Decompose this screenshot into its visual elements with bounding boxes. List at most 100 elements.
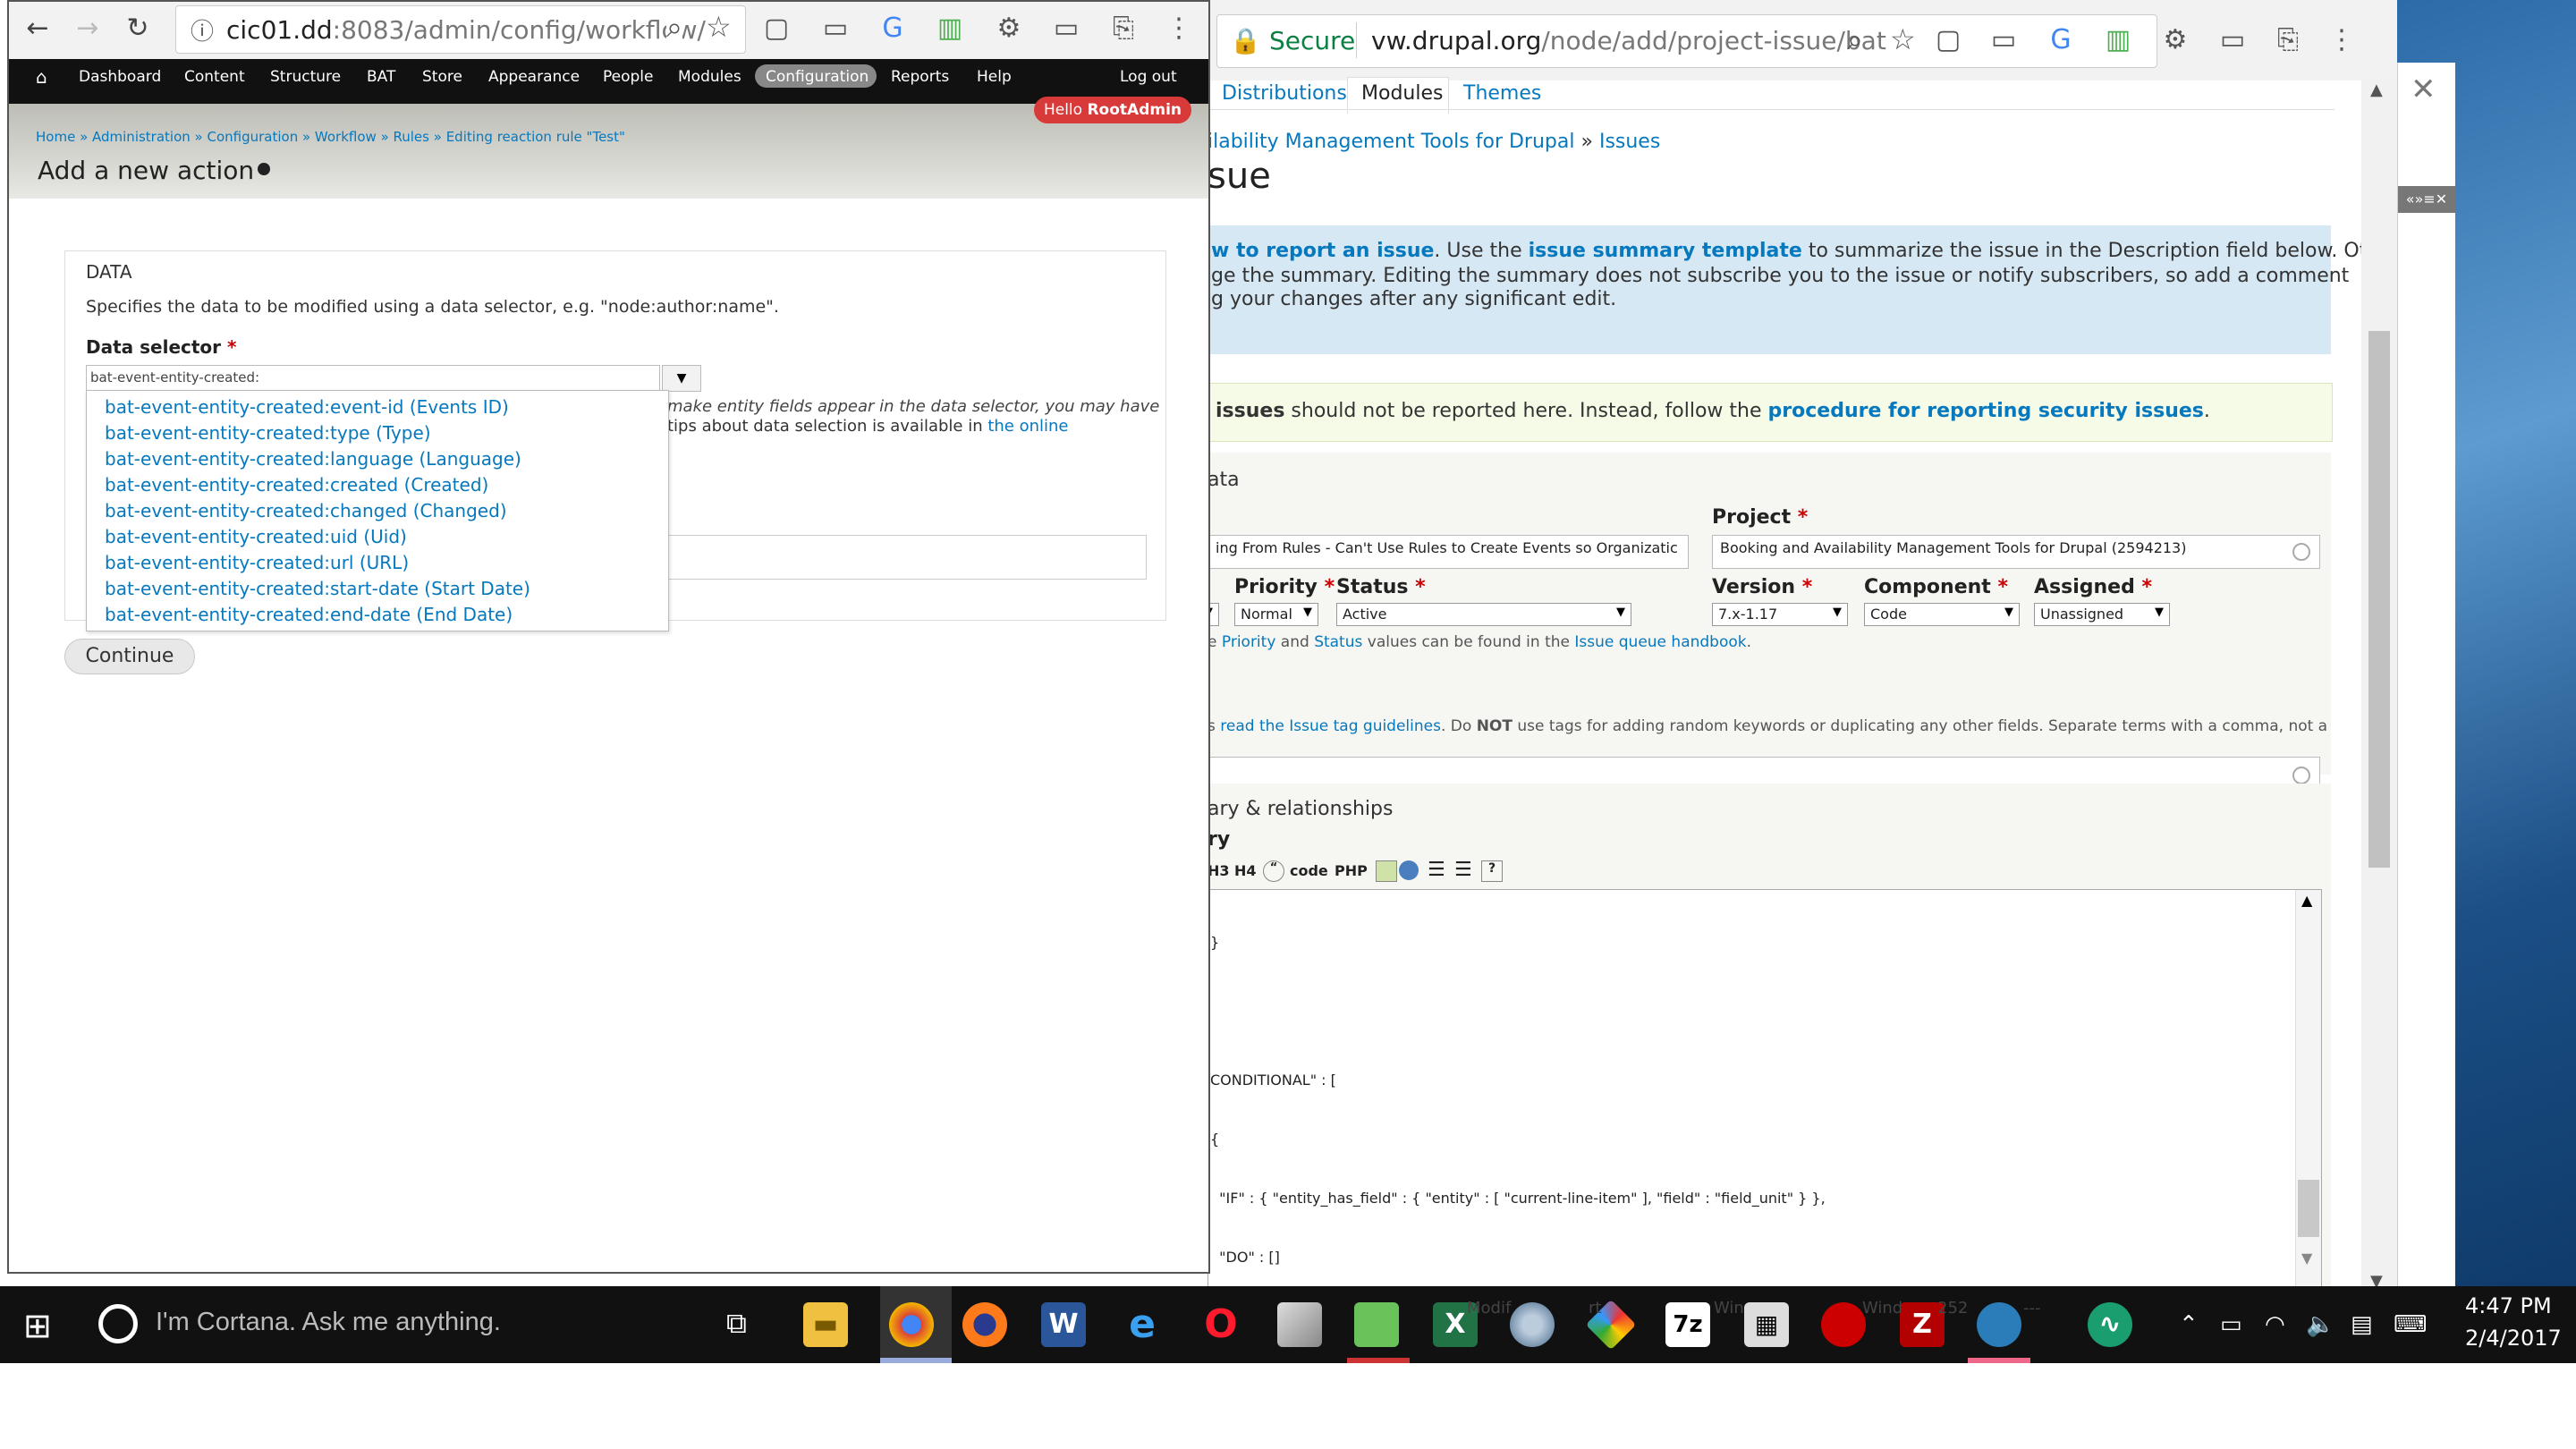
page-scroll-up-icon[interactable]: ▲ [2370, 80, 2383, 99]
dropdown-toggle-icon[interactable]: ▼ [662, 365, 701, 392]
translate-icon[interactable]: G [877, 13, 909, 45]
tab-themes[interactable]: Themes [1463, 82, 1541, 105]
h4-button[interactable]: H4 [1234, 862, 1257, 879]
status-select[interactable]: Active [1336, 603, 1631, 626]
chrome-icon[interactable] [889, 1302, 934, 1347]
pdf-extension-icon[interactable]: ⎘ [2272, 24, 2304, 56]
add-shortcut-icon[interactable] [258, 163, 270, 175]
cast-icon[interactable]: ▭ [819, 13, 852, 45]
code-button[interactable]: code [1290, 862, 1328, 879]
blockquote-icon[interactable]: “ [1263, 860, 1284, 882]
logout-link[interactable]: Log out [1120, 68, 1177, 86]
admin-menu-appearance[interactable]: Appearance [488, 68, 580, 86]
notification-icon[interactable]: ▤ [2351, 1311, 2373, 1338]
tab-modules[interactable]: Modules [1361, 82, 1443, 105]
title-input[interactable]: ing From Rules - Can't Use Rules to Crea… [1208, 535, 1689, 569]
7zip-icon[interactable]: 7z [1665, 1302, 1710, 1347]
autocomplete-option[interactable]: bat-event-entity-created:type (Type) [105, 422, 431, 444]
task-view-icon[interactable]: ⧉ [726, 1306, 747, 1341]
firefox-icon[interactable] [962, 1302, 1007, 1347]
monitor-pulse-icon[interactable]: ∿ [2088, 1302, 2132, 1347]
zoom-icon[interactable]: ⌕ [1847, 22, 1863, 57]
word-icon[interactable]: W [1041, 1302, 1086, 1347]
admin-menu-dashboard[interactable]: Dashboard [79, 68, 161, 86]
screenshot-extension-icon[interactable]: ▢ [1932, 24, 1964, 56]
breadcrumb-project-link[interactable]: ilability Management Tools for Drupal [1208, 131, 1574, 153]
gear-extension-icon[interactable]: ⚙ [993, 13, 1025, 45]
blue-app-icon[interactable] [1977, 1302, 2021, 1347]
bookmark-star-icon[interactable]: ☆ [1890, 22, 1916, 56]
keyboard-icon[interactable]: ⌨ [2394, 1311, 2428, 1338]
autocomplete-option[interactable]: bat-event-entity-created:start-date (Sta… [105, 578, 530, 599]
cortana-circle-icon[interactable] [98, 1304, 138, 1343]
image-extension-icon[interactable]: ▭ [1050, 13, 1082, 45]
page-scroll-thumb[interactable] [2368, 331, 2390, 868]
file-explorer-icon[interactable]: ▬ [803, 1302, 848, 1347]
notepad-plus-icon[interactable] [1354, 1302, 1399, 1347]
analytics-icon[interactable]: ▥ [934, 13, 966, 45]
autocomplete-option[interactable]: bat-event-entity-created:language (Langu… [105, 448, 521, 470]
status-help-link[interactable]: Status [1314, 633, 1362, 651]
admin-menu-content[interactable]: Content [184, 68, 245, 86]
right-page-scrollbar[interactable]: ▲ ▼ [2361, 80, 2397, 1295]
summary-textarea[interactable]: } CONDITIONAL" : [ { "IF" : { "entity_ha… [1208, 889, 2322, 1295]
h3-button[interactable]: H3 [1208, 862, 1230, 879]
image-extension-icon[interactable]: ▭ [2216, 24, 2249, 56]
tray-overflow-chevron-icon[interactable]: ⌃ [2179, 1311, 2199, 1338]
hello-user-badge[interactable]: Hello RootAdmin [1034, 97, 1191, 123]
textarea-scroll-thumb[interactable] [2298, 1180, 2319, 1237]
admin-menu-configuration[interactable]: Configuration [766, 68, 869, 86]
breadcrumb[interactable]: Home » Administration » Configuration » … [36, 129, 625, 145]
help-icon[interactable]: ? [1481, 860, 1503, 882]
translate-icon[interactable]: G [2045, 24, 2077, 56]
ordered-list-icon[interactable]: ☰ [1428, 859, 1445, 881]
left-omnibox[interactable]: ⓘ cic01.dd:8083/admin/config/workflow/ ⌕… [175, 5, 746, 54]
tag-guidelines-link[interactable]: read the Issue tag guidelines [1220, 717, 1441, 735]
scroll-up-arrow-icon[interactable]: ▲ [2301, 892, 2312, 909]
cast-icon[interactable]: ▭ [1987, 24, 2020, 56]
security-procedure-link[interactable]: procedure for reporting security issues [1768, 400, 2204, 422]
analytics-icon[interactable]: ▥ [2102, 24, 2134, 56]
gear-extension-icon[interactable]: ⚙ [2159, 24, 2191, 56]
forward-arrow-icon[interactable]: → [72, 13, 104, 45]
php-button[interactable]: PHP [1335, 862, 1368, 879]
battery-icon[interactable]: ▭ [2220, 1311, 2242, 1338]
autocomplete-option[interactable]: bat-event-entity-created:uid (Uid) [105, 526, 407, 547]
menu-kebab-icon[interactable]: ⋮ [1163, 13, 1195, 45]
admin-menu-bat[interactable]: BAT [367, 68, 395, 86]
bullet-list-icon[interactable]: ☰ [1454, 859, 1472, 881]
edge-ie-icon[interactable]: e [1120, 1302, 1165, 1347]
version-select[interactable]: 7.x-1.17 [1712, 603, 1848, 626]
textarea-scrollbar[interactable]: ▲ ▼ [2295, 890, 2321, 1295]
back-arrow-icon[interactable]: ← [21, 13, 54, 45]
priority-help-link[interactable]: Priority [1222, 633, 1276, 651]
paint-icon[interactable] [1277, 1302, 1322, 1347]
screenshot-extension-icon[interactable]: ▢ [760, 13, 792, 45]
admin-menu-people[interactable]: People [603, 68, 653, 86]
red-app-icon[interactable] [1821, 1302, 1866, 1347]
clock-time[interactable]: 4:47 PM [2465, 1293, 2552, 1318]
autocomplete-option[interactable]: bat-event-entity-created:end-date (End D… [105, 604, 513, 625]
menu-kebab-icon[interactable]: ⋮ [2326, 24, 2358, 56]
metadata-section-title[interactable]: ata [1208, 469, 1240, 491]
cortana-search-box[interactable]: I'm Cortana. Ask me anything. [156, 1308, 501, 1337]
summary-section-title[interactable]: ary & relationships [1208, 798, 1393, 820]
admin-menu-modules[interactable]: Modules [678, 68, 741, 86]
issue-queue-handbook-link[interactable]: Issue queue handbook [1574, 633, 1746, 651]
safari-compass-icon[interactable] [1510, 1302, 1555, 1347]
assigned-select[interactable]: Unassigned [2034, 603, 2170, 626]
autocomplete-option[interactable]: bat-event-entity-created:changed (Change… [105, 500, 507, 521]
mini-toolbar-icon[interactable]: «»≡✕ [2398, 186, 2455, 213]
opera-icon[interactable]: O [1199, 1302, 1243, 1347]
pdf-extension-icon[interactable]: ⎘ [1107, 13, 1140, 45]
admin-menu-structure[interactable]: Structure [270, 68, 341, 86]
zoom-icon[interactable]: ⌕ [666, 10, 682, 45]
image-icon[interactable] [1376, 860, 1397, 882]
priority-select[interactable]: Normal [1234, 603, 1318, 626]
autocomplete-option[interactable]: bat-event-entity-created:event-id (Event… [105, 396, 509, 418]
autocomplete-option[interactable]: bat-event-entity-created:created (Create… [105, 474, 488, 496]
component-select[interactable]: Code [1864, 603, 2020, 626]
project-input[interactable]: Booking and Availability Management Tool… [1712, 535, 2320, 569]
admin-menu-reports[interactable]: Reports [891, 68, 949, 86]
info-icon[interactable]: ⓘ [191, 13, 214, 47]
